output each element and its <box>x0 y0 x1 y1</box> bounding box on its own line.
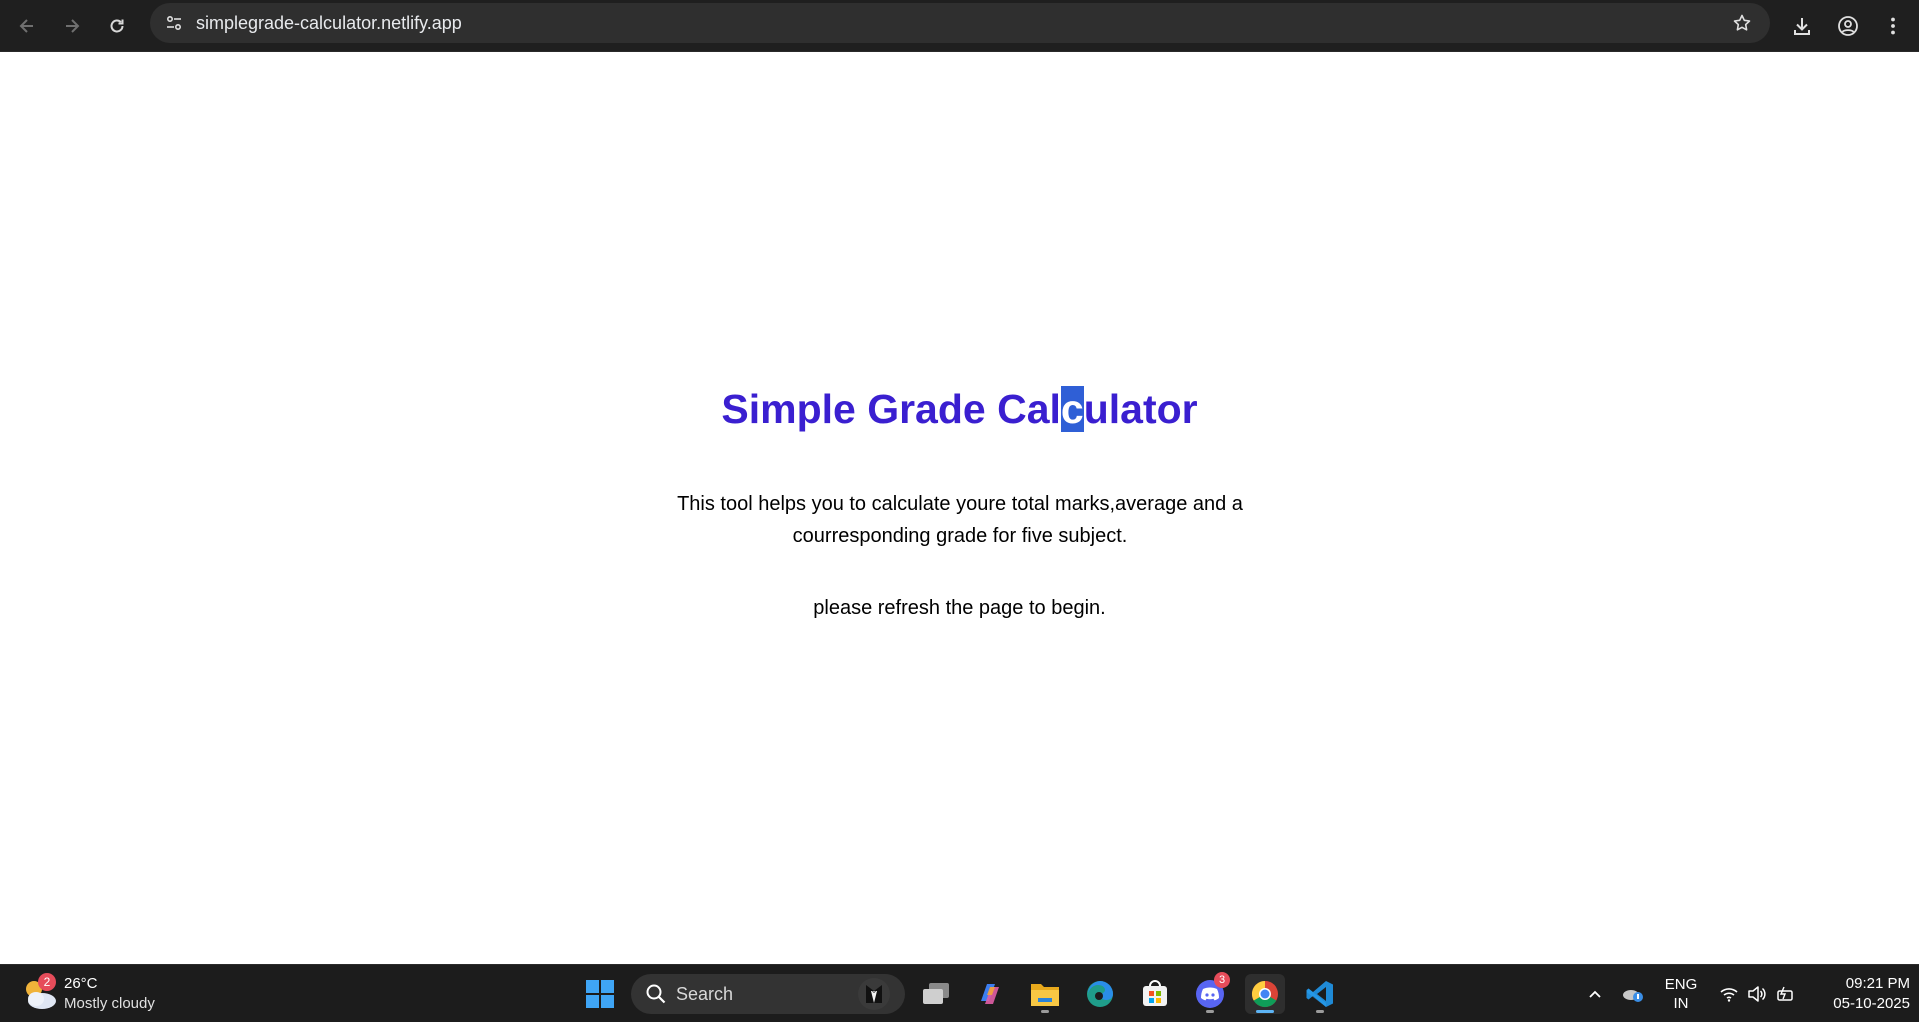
discord-notification-badge: 3 <box>1214 972 1230 988</box>
weather-widget[interactable]: 2 26°C Mostly cloudy <box>18 971 178 1017</box>
running-indicator <box>1206 1010 1214 1013</box>
show-hidden-icons-button[interactable] <box>1580 965 1610 1023</box>
battery-charging-icon <box>1777 986 1793 1001</box>
forward-button[interactable] <box>54 8 90 44</box>
network-tray[interactable] <box>1715 965 1743 1023</box>
clock-date: 05-10-2025 <box>1833 995 1910 1012</box>
wifi-icon <box>1720 988 1738 1002</box>
running-indicator <box>1041 1010 1049 1013</box>
start-button[interactable] <box>580 974 620 1014</box>
kebab-menu-icon <box>1891 17 1895 35</box>
site-info-button[interactable] <box>158 7 190 39</box>
back-arrow-icon <box>19 19 33 33</box>
copilot-icon <box>981 984 999 1004</box>
title-text-start: Simple Grade Cal <box>721 386 1061 432</box>
weather-condition: Mostly cloudy <box>64 995 155 1012</box>
taskbar-search[interactable]: Search <box>631 974 905 1014</box>
reload-button[interactable] <box>99 8 135 44</box>
refresh-instruction: please refresh the page to begin. <box>813 597 1106 619</box>
taskbar-file-explorer[interactable] <box>1025 974 1065 1014</box>
language-code: ENG <box>1664 976 1698 993</box>
windows-taskbar: 2 26°C Mostly cloudy Search 3 ENG IN 09:… <box>0 964 1919 1022</box>
address-bar[interactable]: simplegrade-calculator.netlify.app <box>150 3 1770 43</box>
bookmark-button[interactable] <box>1726 7 1758 39</box>
onedrive-tray[interactable] <box>1618 965 1648 1023</box>
title-selected-text: c <box>1060 386 1084 432</box>
keyboard-region: IN <box>1673 995 1689 1012</box>
forward-arrow-icon <box>66 19 80 33</box>
taskbar-clock[interactable]: 09:21 PM 05-10-2025 <box>1810 974 1910 1014</box>
chrome-icon <box>1251 980 1278 1008</box>
store-icon <box>1143 980 1167 1006</box>
volume-icon <box>1748 986 1766 1002</box>
back-button[interactable] <box>9 8 45 44</box>
star-icon <box>1733 14 1751 31</box>
edge-icon <box>1087 981 1113 1007</box>
taskbar-copilot[interactable] <box>970 974 1010 1014</box>
description-line-1: This tool helps you to calculate youre t… <box>677 493 1243 515</box>
clock-time: 09:21 PM <box>1845 975 1910 992</box>
folder-icon <box>1031 984 1059 1006</box>
search-icon <box>646 984 666 1004</box>
description-line-2: courresponding grade for five subject. <box>792 525 1128 547</box>
title-text-end: ulator <box>1083 386 1198 432</box>
weather-badge: 2 <box>38 973 56 991</box>
reload-icon <box>110 19 124 33</box>
downloads-button[interactable] <box>1782 6 1822 46</box>
browser-menu-button[interactable] <box>1873 6 1913 46</box>
site-info-icon <box>166 15 182 31</box>
language-indicator[interactable]: ENG IN <box>1660 975 1702 1013</box>
volume-tray[interactable] <box>1743 965 1771 1023</box>
running-indicator <box>1316 1010 1324 1013</box>
active-app-indicator <box>1256 1010 1274 1013</box>
chevron-up-icon <box>1589 990 1601 998</box>
windows-logo-icon <box>586 980 614 1008</box>
taskbar-edge[interactable] <box>1080 974 1120 1014</box>
taskbar-vscode[interactable] <box>1300 974 1340 1014</box>
weather-temperature: 26°C <box>64 975 98 992</box>
search-highlight-icon <box>858 978 890 1010</box>
vscode-icon <box>1306 981 1333 1007</box>
battery-tray[interactable] <box>1771 965 1799 1023</box>
tool-description: This tool helps you to calculate youre t… <box>640 488 1280 552</box>
download-icon <box>1794 18 1810 35</box>
browser-toolbar: simplegrade-calculator.netlify.app <box>0 0 1919 52</box>
taskbar-task-view[interactable] <box>916 974 956 1014</box>
task-view-icon <box>923 983 949 1004</box>
taskbar-discord[interactable]: 3 <box>1190 972 1230 1014</box>
profile-button[interactable] <box>1828 6 1868 46</box>
cloud-sync-icon <box>1623 990 1643 1002</box>
page-content: Simple Grade Calculator This tool helps … <box>0 52 1919 964</box>
profile-icon <box>1838 16 1858 36</box>
taskbar-chrome[interactable] <box>1245 974 1285 1014</box>
taskbar-store[interactable] <box>1135 974 1175 1014</box>
page-title: Simple Grade Calculator <box>0 386 1919 433</box>
url-text[interactable]: simplegrade-calculator.netlify.app <box>196 3 462 43</box>
search-label: Search <box>676 984 734 1004</box>
